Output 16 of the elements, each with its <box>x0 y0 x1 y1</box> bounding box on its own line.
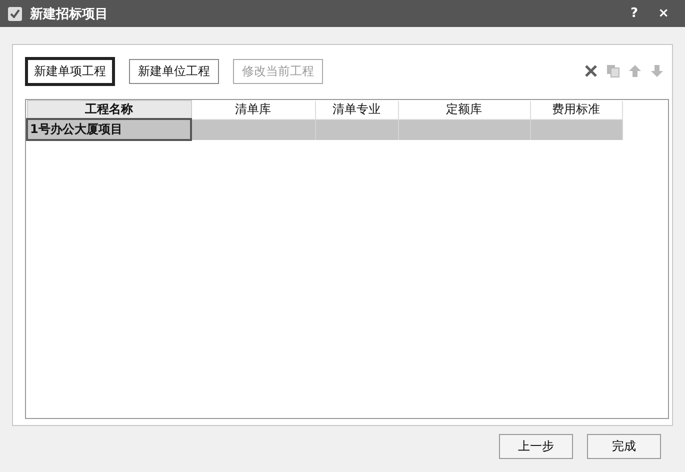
toolbar-button[interactable]: 新建单项工程 <box>25 56 115 86</box>
column-header[interactable]: 工程名称 <box>27 100 191 119</box>
table-row[interactable]: 1号办公大厦项目 <box>27 119 622 140</box>
delete-icon[interactable] <box>583 63 599 79</box>
footer-button[interactable]: 上一步 <box>499 434 573 459</box>
close-button[interactable]: × <box>652 6 675 21</box>
help-button[interactable]: ? <box>624 6 644 21</box>
column-header[interactable]: 定额库 <box>398 100 530 119</box>
window-title: 新建招标项目 <box>30 6 109 22</box>
column-header[interactable]: 费用标准 <box>530 100 622 119</box>
column-header[interactable]: 清单库 <box>191 100 315 119</box>
column-header[interactable]: 清单专业 <box>315 100 398 119</box>
app-logo-icon <box>8 6 22 20</box>
table-cell: 1号办公大厦项目 <box>30 122 122 136</box>
toolbar-button[interactable]: 新建单位工程 <box>129 58 219 84</box>
footer-button[interactable]: 完成 <box>587 434 661 459</box>
